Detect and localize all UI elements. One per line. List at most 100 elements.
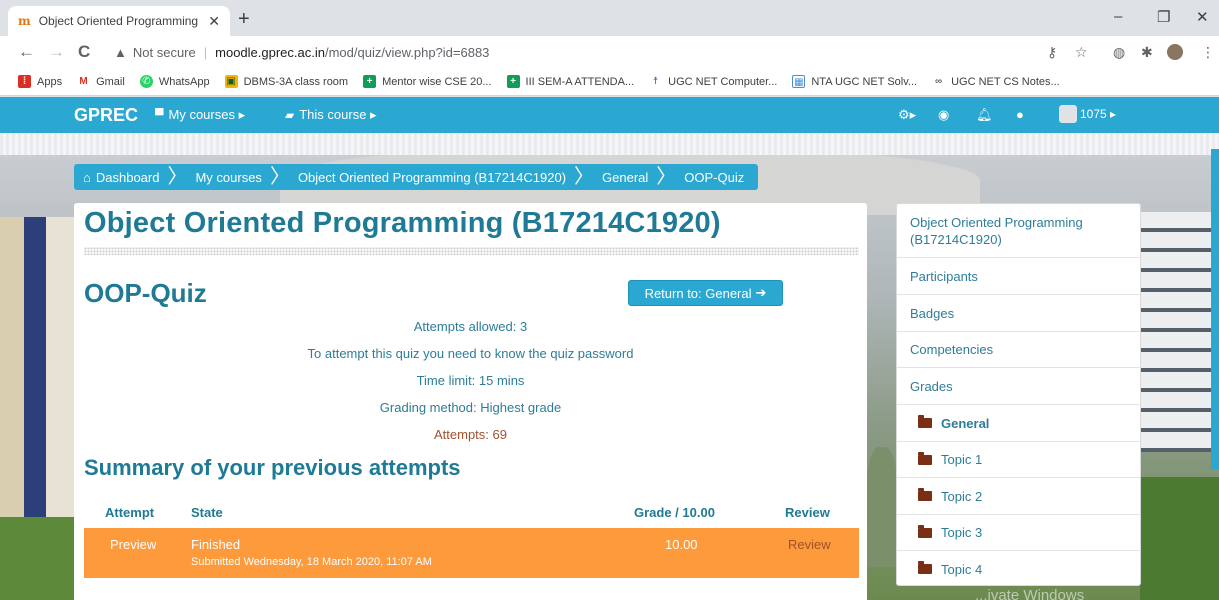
restore-button[interactable]: ❐ [1157, 8, 1170, 26]
extensions-puzzle-icon[interactable]: ✱ [1141, 44, 1153, 61]
page-title: Object Oriented Programming (B17214C1920… [84, 207, 721, 239]
chevron-right-icon: 〉 [656, 166, 677, 188]
bookmark-attendance-sheet[interactable]: + III SEM-A ATTENDA... [506, 75, 635, 88]
nav-item-label: Object Oriented Programming (B17214C1920… [910, 214, 1083, 247]
moodle-favicon-icon: m [18, 14, 31, 28]
submitted-time: Submitted Wednesday, 18 March 2020, 11:0… [191, 556, 432, 568]
site-brand[interactable]: GPREC [74, 105, 138, 126]
nav-item-label: Topic 3 [941, 525, 983, 540]
folder-icon [918, 524, 932, 538]
bookmark-label: Apps [37, 75, 63, 88]
reload-button[interactable]: C [78, 42, 90, 62]
settings-gear-icon[interactable]: ⚙▸ [898, 107, 916, 123]
my-courses-menu[interactable]: ▀ My courses ▸ [155, 107, 245, 123]
bookmark-label: III SEM-A ATTENDA... [525, 75, 635, 88]
state-cell: Finished [191, 537, 241, 552]
attempt-cell: Preview [110, 537, 157, 552]
url-host: moodle.gprec.ac.in [215, 44, 325, 60]
nav-item-label: General [941, 415, 990, 431]
top-navbar: GPREC ▀ My courses ▸ ▰ This course ▸ ⚙▸ … [0, 97, 1219, 133]
menu-dots-icon[interactable]: ⋮ [1201, 44, 1215, 61]
tab-close-icon[interactable]: ✕ [208, 13, 220, 30]
this-course-menu[interactable]: ▰ This course ▸ [285, 107, 377, 123]
nav-item-label: Grades [910, 378, 953, 394]
attempts-table-header: Attempt State Grade / 10.00 Review [84, 503, 859, 525]
bookmark-apps[interactable]: ⁞ Apps [18, 75, 62, 88]
header-attempt: Attempt [105, 505, 155, 520]
folder-icon [918, 451, 932, 465]
extension-shield-icon[interactable]: ◍ [1113, 44, 1125, 61]
minimize-button[interactable]: – [1114, 8, 1122, 25]
bookmark-ugc-net-computer[interactable]: ☨ UGC NET Computer... [649, 75, 777, 88]
sign-in-arrow-icon: ➔ [755, 285, 767, 300]
review-link[interactable]: Review [788, 537, 831, 552]
main-region: Object Oriented Programming (B17214C1920… [74, 203, 867, 600]
bookmark-label: Mentor wise CSE 20... [382, 75, 492, 88]
bookmark-nta-ugc-net[interactable]: ▦ NTA UGC NET Solv... [792, 75, 917, 88]
bookmark-ugc-net-notes[interactable]: ∞ UGC NET CS Notes... [932, 75, 1060, 88]
back-button[interactable]: ← [18, 42, 35, 62]
nav-item-badges[interactable]: Badges [897, 295, 1140, 332]
breadcrumb-label: General [602, 169, 649, 185]
link-icon: ∞ [932, 75, 946, 88]
user-label: 1075 ▸ [1080, 107, 1117, 121]
forward-button[interactable]: → [48, 42, 65, 62]
background-photo-building [1140, 212, 1219, 452]
breadcrumb-my-courses[interactable]: My courses 〉 [195, 167, 297, 187]
new-tab-button[interactable]: + [238, 8, 250, 31]
attempts-count-link[interactable]: Attempts: 69 [74, 427, 867, 442]
breadcrumb-quiz[interactable]: OOP-Quiz [684, 170, 758, 185]
breadcrumb-course[interactable]: Object Oriented Programming (B17214C1920… [298, 167, 602, 187]
nav-item-label: Topic 4 [941, 561, 983, 577]
nav-item-label: Topic 1 [941, 452, 983, 467]
url-bar[interactable]: ▲ Not secure | moodle.gprec.ac.in /mod/q… [104, 40, 1104, 64]
bookmark-label: DBMS-3A class room [243, 75, 349, 88]
user-menu[interactable]: 1075 ▸ [1059, 105, 1116, 123]
profile-avatar[interactable] [1167, 44, 1183, 60]
moodle-page: GPREC ▀ My courses ▸ ▰ This course ▸ ⚙▸ … [0, 97, 1219, 600]
nav-section-topic-1[interactable]: Topic 1 [897, 442, 1140, 478]
folder-icon [918, 488, 932, 501]
activate-windows-watermark: ...ivate Windows [975, 587, 1085, 600]
tab-title: Object Oriented Programming (B [38, 14, 203, 28]
sheets-icon: + [363, 75, 377, 88]
nav-section-topic-2[interactable]: Topic 2 [897, 478, 1140, 515]
graduation-cap-icon: ▀ [155, 108, 164, 122]
grading-method-text: Grading method: Highest grade [379, 400, 562, 415]
star-icon[interactable]: ☆ [1075, 44, 1088, 61]
nav-section-general[interactable]: General [897, 405, 1140, 442]
nav-item-participants[interactable]: Participants [897, 258, 1140, 295]
bookmark-label: Gmail [96, 75, 125, 88]
key-icon[interactable]: ⚷ [1047, 44, 1057, 61]
nav-item-competencies[interactable]: Competencies [897, 332, 1140, 368]
address-toolbar: ← → C ▲ Not secure | moodle.gprec.ac.in … [0, 36, 1219, 68]
quiz-heading: OOP-Quiz [84, 278, 207, 308]
breadcrumb-dashboard[interactable]: ⌂ Dashboard 〉 [83, 167, 195, 187]
bookmark-mentor-sheet[interactable]: + Mentor wise CSE 20... [363, 75, 492, 88]
background-photo-grass [0, 517, 80, 600]
bookmark-whatsapp[interactable]: ✆ WhatsApp [139, 75, 210, 88]
header-pattern-strip [0, 133, 1219, 155]
attempts-allowed-text: Attempts allowed: 3 [413, 319, 528, 334]
nav-section-topic-4[interactable]: Topic 4 [897, 551, 1140, 587]
help-icon[interactable]: ◉ [938, 107, 949, 123]
bookmark-classroom[interactable]: ▣ DBMS-3A class room [224, 75, 349, 88]
nav-item-course[interactable]: Object Oriented Programming (B17214C1920… [897, 204, 1140, 258]
background-photo-tree [866, 447, 898, 567]
browser-tab[interactable]: m Object Oriented Programming (B ✕ [8, 6, 230, 36]
breadcrumb-general[interactable]: General 〉 [602, 167, 684, 187]
nav-section-topic-3[interactable]: Topic 3 [897, 515, 1140, 551]
nav-item-label: Competencies [910, 342, 994, 357]
bookmark-label: UGC NET CS Notes... [951, 75, 1060, 88]
page-scrollbar[interactable] [1211, 149, 1219, 469]
nav-item-grades[interactable]: Grades [897, 368, 1140, 405]
return-to-section-button[interactable]: Return to: General ➔ [628, 280, 783, 306]
browser-tab-bar: m Object Oriented Programming (B ✕ + – ❐… [0, 0, 1219, 36]
messages-chat-icon[interactable]: ● [1016, 107, 1024, 122]
book-icon: ▰ [285, 108, 295, 122]
window-close-button[interactable]: ✕ [1196, 8, 1209, 26]
home-icon: ⌂ [83, 169, 91, 185]
bookmark-gmail[interactable]: M Gmail [77, 75, 125, 88]
gmail-icon: M [77, 75, 91, 88]
notifications-bell-icon[interactable]: 🔔︎ [976, 107, 993, 123]
